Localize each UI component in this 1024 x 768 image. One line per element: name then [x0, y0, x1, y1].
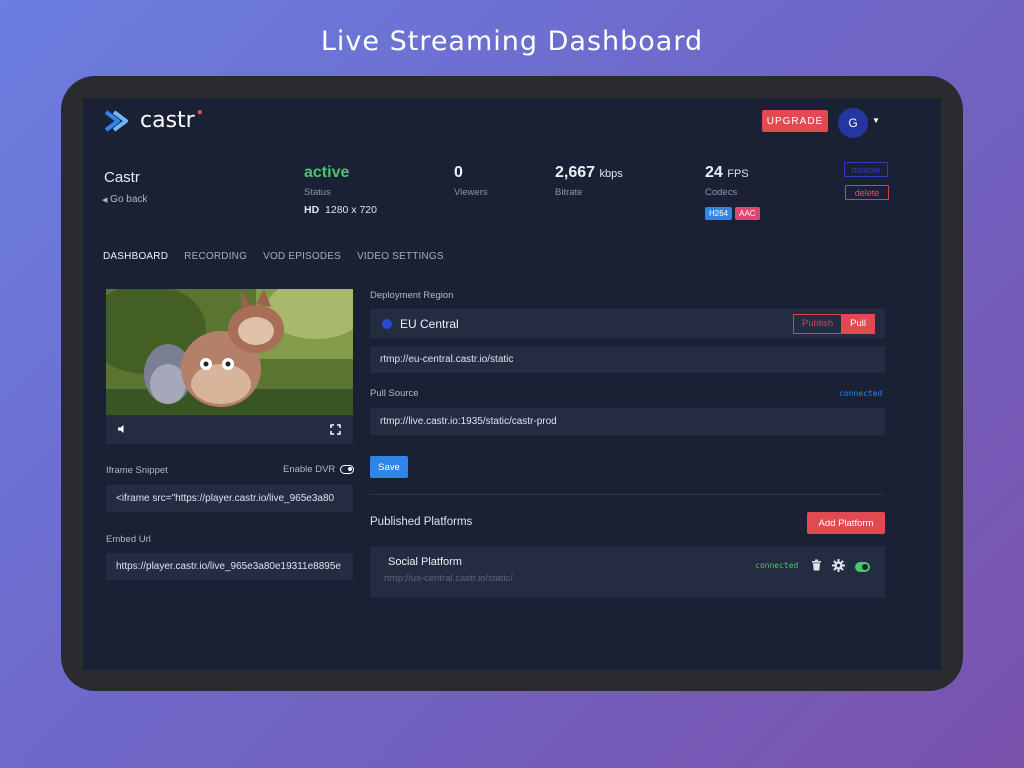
bitrate-unit: kbps	[599, 168, 623, 180]
disable-button[interactable]: disable	[844, 162, 888, 177]
viewers-value: 0	[454, 164, 463, 181]
volume-icon[interactable]	[117, 424, 127, 434]
platform-name: Social Platform	[388, 556, 462, 568]
logo-text: castr	[140, 108, 195, 133]
status-label: Status	[304, 187, 331, 198]
platform-row: Social Platform rtmp://us-central.castr.…	[370, 546, 885, 598]
fps-block: 24 FPS Codecs H264 AAC	[705, 164, 763, 221]
bitrate-label: Bitrate	[555, 187, 583, 198]
logo-dot-icon: ●	[196, 107, 203, 118]
section-divider	[370, 494, 885, 495]
codec-badge-aac: AAC	[735, 207, 760, 220]
bitrate-block: 2,667 kbps Bitrate	[555, 164, 623, 198]
castr-logo-icon	[104, 109, 128, 132]
ingest-url-field[interactable]: rtmp://eu-central.castr.io/static	[370, 346, 885, 373]
bitrate-number: 2,667	[555, 164, 596, 181]
pull-status-badge: connected	[839, 389, 883, 398]
embed-url-field[interactable]: https://player.castr.io/live_965e3a80e19…	[106, 553, 353, 580]
bitrate-value: 2,667 kbps	[555, 164, 623, 182]
dvr-label: Enable DVR	[283, 464, 336, 475]
codec-badges: H264 AAC	[705, 203, 763, 221]
status-block: active Status HD 1280 x 720	[304, 164, 377, 216]
dvr-toggle-row: Enable DVR	[283, 464, 355, 475]
stream-name: Castr	[104, 169, 140, 186]
publish-mode-button[interactable]: Publish	[792, 313, 842, 334]
upgrade-button[interactable]: UPGRADE	[762, 110, 828, 132]
resolution-size: 1280 x 720	[325, 204, 377, 216]
video-player[interactable]	[106, 289, 353, 444]
go-back-link[interactable]: ◀ Go back	[102, 194, 147, 205]
fullscreen-icon[interactable]	[330, 424, 341, 435]
codecs-label: Codecs	[705, 187, 738, 198]
dvr-toggle[interactable]	[340, 465, 355, 474]
resolution-quality: HD	[304, 204, 320, 216]
iframe-snippet-field[interactable]: <iframe src="https://player.castr.io/liv…	[106, 485, 353, 512]
iframe-snippet-label: Iframe Snippet	[106, 465, 168, 476]
add-platform-button[interactable]: Add Platform	[807, 512, 885, 534]
fps-number: 24	[705, 164, 723, 181]
region-name: EU Central	[400, 316, 459, 331]
platform-status-badge: connected	[755, 561, 799, 570]
platform-url: rtmp://us-central.castr.io/static/	[384, 573, 513, 584]
save-button[interactable]: Save	[370, 456, 408, 478]
fps-value: 24 FPS	[705, 164, 763, 182]
viewers-label: Viewers	[454, 187, 488, 198]
deployment-region-label: Deployment Region	[370, 290, 454, 301]
page-title: Live Streaming Dashboard	[320, 26, 704, 57]
embed-url-label: Embed Url	[106, 534, 151, 545]
fps-unit: FPS	[727, 168, 749, 180]
tab-bar: DASHBOARD RECORDING VOD EPISODES VIDEO S…	[103, 251, 444, 262]
gear-icon[interactable]	[832, 559, 845, 572]
region-selector[interactable]: EU Central Publish Pull	[370, 309, 885, 338]
castr-logo[interactable]: castr ●	[102, 107, 207, 133]
player-controls	[106, 415, 353, 444]
status-value: active	[304, 164, 350, 181]
mode-toggle: Publish Pull	[792, 313, 875, 334]
tab-dashboard[interactable]: DASHBOARD	[103, 251, 168, 262]
pull-mode-button[interactable]: Pull	[841, 313, 875, 334]
delete-button[interactable]: delete	[845, 185, 889, 200]
tab-recording[interactable]: RECORDING	[184, 251, 247, 262]
published-platforms-title: Published Platforms	[370, 516, 473, 528]
chevron-down-icon[interactable]: ▼	[872, 116, 880, 125]
platform-enable-toggle[interactable]	[855, 562, 870, 572]
chevron-left-icon: ◀	[102, 197, 108, 204]
app-screen: castr ● UPGRADE G ▼ Castr ◀ Go back acti…	[83, 98, 941, 670]
pull-source-label: Pull Source	[370, 388, 419, 399]
codec-badge-h264: H264	[705, 207, 733, 220]
trash-icon[interactable]	[811, 559, 822, 571]
tab-vod-episodes[interactable]: VOD EPISODES	[263, 251, 341, 262]
viewers-block: 0 Viewers	[454, 164, 488, 198]
avatar[interactable]: G	[838, 108, 868, 138]
eu-flag-icon	[382, 318, 392, 329]
go-back-label: Go back	[110, 194, 148, 205]
video-frame[interactable]	[106, 289, 353, 415]
pull-source-field[interactable]: rtmp://live.castr.io:1935/static/castr-p…	[370, 408, 885, 435]
resolution: HD 1280 x 720	[304, 204, 377, 216]
tab-video-settings[interactable]: VIDEO SETTINGS	[357, 251, 444, 262]
video-thumbnail	[106, 289, 353, 415]
